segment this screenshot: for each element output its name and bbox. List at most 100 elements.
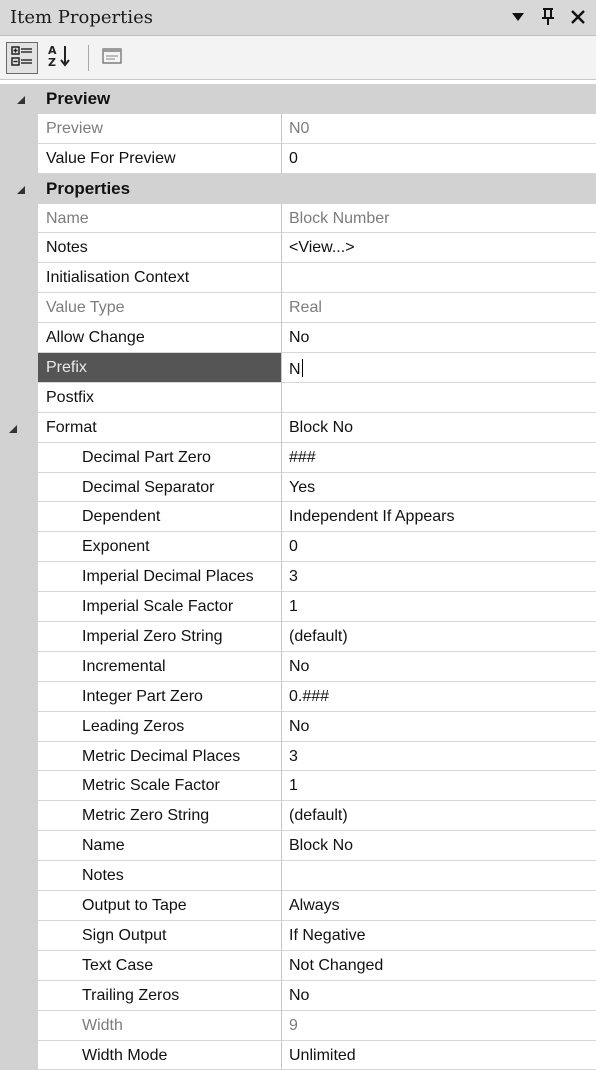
- property-value: Block Number: [289, 209, 390, 227]
- property-value[interactable]: 0.###: [289, 688, 329, 706]
- property-name: Postfix: [46, 388, 95, 406]
- property-name: Notes: [82, 867, 124, 885]
- property-value[interactable]: Block No: [289, 837, 353, 855]
- category-preview[interactable]: Preview: [0, 84, 596, 114]
- property-value[interactable]: N: [289, 361, 301, 378]
- property-pages-icon: [101, 46, 123, 71]
- property-row-width-mode[interactable]: Width Mode Unlimited: [0, 1040, 596, 1071]
- property-value[interactable]: (default): [289, 628, 348, 646]
- property-row-sign-output[interactable]: Sign Output If Negative: [0, 920, 596, 951]
- property-name: Metric Zero String: [82, 807, 210, 825]
- property-row-format-name[interactable]: Name Block No: [0, 831, 596, 862]
- collapse-triangle-icon[interactable]: [7, 422, 19, 434]
- property-name: Imperial Decimal Places: [82, 568, 254, 586]
- property-name: Preview: [46, 119, 103, 137]
- property-row-value-type[interactable]: Value Type Real: [0, 293, 596, 324]
- property-value[interactable]: No: [289, 987, 309, 1005]
- property-value[interactable]: Block No: [289, 419, 353, 437]
- property-value[interactable]: Always: [289, 897, 340, 915]
- property-value[interactable]: Yes: [289, 479, 315, 497]
- property-row-text-case[interactable]: Text Case Not Changed: [0, 950, 596, 981]
- property-row-dependent[interactable]: Dependent Independent If Appears: [0, 502, 596, 533]
- property-name: Imperial Scale Factor: [82, 598, 234, 616]
- collapse-triangle-icon[interactable]: [15, 183, 27, 195]
- property-row-decimal-part-zero[interactable]: Decimal Part Zero ###: [0, 442, 596, 473]
- property-name: Text Case: [82, 956, 154, 974]
- property-row-format-notes[interactable]: Notes: [0, 861, 596, 892]
- property-row-imperial-scale-factor[interactable]: Imperial Scale Factor 1: [0, 592, 596, 623]
- property-name: Name: [82, 837, 125, 855]
- toolbar-separator: [88, 45, 89, 71]
- property-name: Allow Change: [46, 329, 145, 347]
- property-name: Integer Part Zero: [82, 687, 203, 705]
- property-row-metric-decimal-places[interactable]: Metric Decimal Places 3: [0, 741, 596, 772]
- property-value[interactable]: Unlimited: [289, 1047, 356, 1065]
- category-properties[interactable]: Properties: [0, 173, 596, 204]
- property-row-integer-part-zero[interactable]: Integer Part Zero 0.###: [0, 681, 596, 712]
- pin-icon[interactable]: [538, 5, 558, 29]
- property-value: Real: [289, 299, 322, 317]
- property-name: Initialisation Context: [46, 269, 190, 287]
- categorized-view-icon: [10, 44, 34, 73]
- property-row-postfix[interactable]: Postfix: [0, 382, 596, 413]
- property-value: 9: [289, 1016, 298, 1034]
- property-name: Sign Output: [82, 926, 167, 944]
- property-row-decimal-separator[interactable]: Decimal Separator Yes: [0, 472, 596, 503]
- property-row-notes[interactable]: Notes <View...>: [0, 233, 596, 264]
- svg-text:Z: Z: [48, 56, 56, 69]
- category-label: Preview: [46, 89, 111, 108]
- property-pages-button[interactable]: [96, 42, 128, 74]
- property-value[interactable]: ###: [289, 449, 316, 467]
- property-row-trailing-zeros[interactable]: Trailing Zeros No: [0, 980, 596, 1011]
- property-row-metric-scale-factor[interactable]: Metric Scale Factor 1: [0, 771, 596, 802]
- property-row-allow-change[interactable]: Allow Change No: [0, 323, 596, 354]
- property-value: N0: [289, 119, 310, 137]
- property-name: Metric Decimal Places: [82, 747, 241, 765]
- property-name: Prefix: [46, 359, 87, 377]
- sort-alphabetical-icon: A Z: [46, 43, 74, 74]
- property-value[interactable]: Independent If Appears: [289, 508, 454, 526]
- property-row-prefix[interactable]: Prefix N: [0, 353, 596, 383]
- category-label: Properties: [46, 178, 131, 198]
- property-row-preview[interactable]: Preview N0: [0, 113, 596, 144]
- sort-alphabetical-button[interactable]: A Z: [44, 42, 76, 74]
- property-name: Leading Zeros: [82, 717, 185, 735]
- property-row-leading-zeros[interactable]: Leading Zeros No: [0, 711, 596, 742]
- property-value[interactable]: 0: [289, 538, 298, 556]
- item-properties-panel: Item Properties A Z Preview Preview N0 V…: [0, 0, 596, 1071]
- title-bar: Item Properties: [0, 0, 596, 36]
- collapse-triangle-icon[interactable]: [15, 93, 27, 105]
- property-row-incremental[interactable]: Incremental No: [0, 651, 596, 682]
- property-name: Notes: [46, 239, 88, 257]
- text-caret: [301, 359, 303, 378]
- property-row-imperial-decimal-places[interactable]: Imperial Decimal Places 3: [0, 562, 596, 593]
- property-value[interactable]: 1: [289, 777, 298, 795]
- property-name: Output to Tape: [82, 897, 187, 915]
- property-row-initialisation-context[interactable]: Initialisation Context: [0, 263, 596, 294]
- property-value[interactable]: 1: [289, 598, 298, 616]
- property-value[interactable]: No: [289, 329, 309, 347]
- property-row-name[interactable]: Name Block Number: [0, 203, 596, 234]
- toolbar: A Z: [0, 36, 596, 80]
- property-row-output-to-tape[interactable]: Output to Tape Always: [0, 891, 596, 921]
- property-row-format[interactable]: Format Block No: [0, 412, 596, 443]
- property-row-imperial-zero-string[interactable]: Imperial Zero String (default): [0, 622, 596, 652]
- categorized-view-button[interactable]: [6, 42, 38, 74]
- property-value[interactable]: No: [289, 658, 309, 676]
- property-value[interactable]: 3: [289, 748, 298, 766]
- dropdown-arrow-icon[interactable]: [508, 5, 528, 29]
- close-icon[interactable]: [568, 5, 588, 29]
- property-value[interactable]: If Negative: [289, 927, 365, 945]
- property-row-metric-zero-string[interactable]: Metric Zero String (default): [0, 801, 596, 832]
- property-row-value-for-preview[interactable]: Value For Preview 0: [0, 143, 596, 174]
- title-controls: [508, 5, 588, 29]
- property-value[interactable]: <View...>: [289, 239, 355, 257]
- property-value[interactable]: Not Changed: [289, 957, 383, 975]
- property-value[interactable]: No: [289, 718, 309, 736]
- property-value[interactable]: (default): [289, 807, 348, 825]
- property-row-width[interactable]: Width 9: [0, 1010, 596, 1041]
- prefix-value-editor[interactable]: N: [282, 353, 596, 383]
- property-value[interactable]: 3: [289, 568, 298, 586]
- property-name: Format: [46, 418, 97, 436]
- property-row-exponent[interactable]: Exponent 0: [0, 532, 596, 563]
